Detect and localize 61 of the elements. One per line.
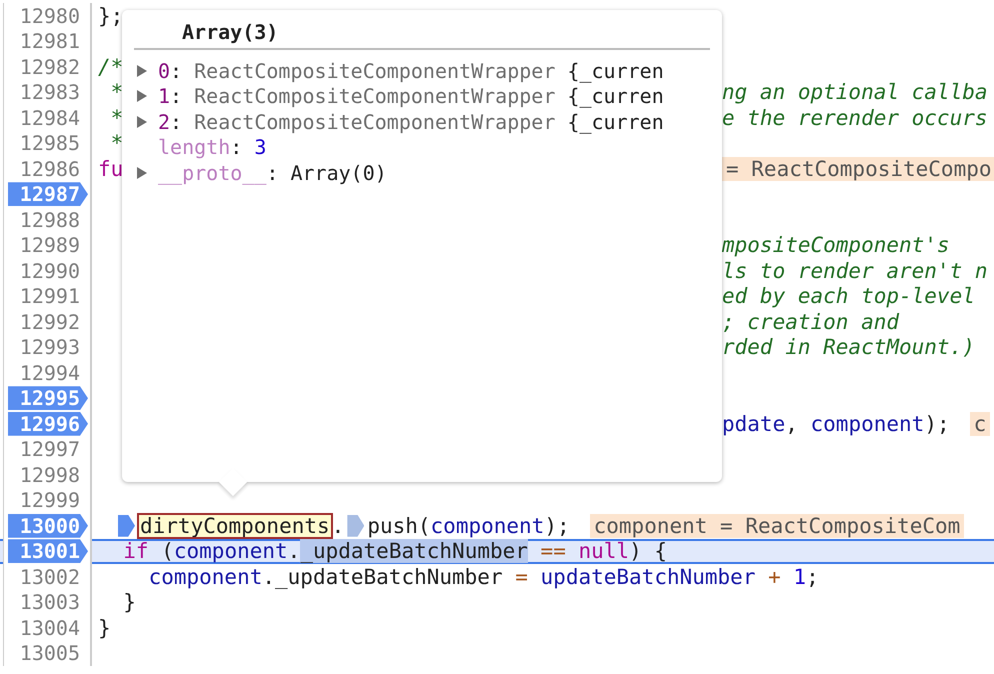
code-identifier: component xyxy=(174,539,288,564)
code-comment: ed by each top-level xyxy=(722,284,975,308)
code-text: push( xyxy=(367,514,431,538)
code-operator: + xyxy=(767,564,781,589)
object-preview: {_curren xyxy=(566,110,664,134)
code-comment: mpositeComponent's xyxy=(722,233,950,258)
colon: : xyxy=(230,135,244,160)
property-value: Array(0) xyxy=(290,160,387,185)
code-text: ( xyxy=(160,539,174,564)
code-text: } xyxy=(122,590,136,614)
code-text: ); xyxy=(924,412,950,436)
colon: : xyxy=(170,84,184,108)
colon: : xyxy=(170,58,184,83)
object-preview: {_curren xyxy=(566,84,664,108)
search-match: dirtyComponents xyxy=(138,514,332,538)
code-text: } xyxy=(98,616,111,640)
code-text: ); xyxy=(544,514,570,538)
code-comment: /* xyxy=(98,54,124,79)
code-operator: == xyxy=(540,539,566,564)
code-comment: ng an optional callba xyxy=(722,80,988,104)
code-identifier: component xyxy=(430,514,544,538)
code-comment: * xyxy=(110,80,124,104)
code-comment: rded in ReactMount.) xyxy=(722,335,975,360)
code-text: . xyxy=(332,514,344,538)
code-identifier: component xyxy=(810,412,924,436)
code-keyword: fu xyxy=(98,156,124,181)
code-comment: ls to render aren't n xyxy=(722,258,988,283)
code-comment: * xyxy=(110,106,124,130)
code-comment: ; creation and xyxy=(722,310,900,334)
property-value: ReactCompositeComponentWrapper xyxy=(194,110,556,134)
code-comment: * xyxy=(110,131,124,156)
inline-value: component = ReactCompositeCom xyxy=(590,514,964,538)
code-text: , xyxy=(785,412,798,436)
property-value: 3 xyxy=(254,135,266,160)
code-text: ) { xyxy=(629,539,667,564)
property-key: 2 xyxy=(158,110,170,134)
inline-value: c xyxy=(970,412,990,436)
colon: : xyxy=(266,160,280,185)
code-keyword: if xyxy=(122,539,149,564)
property-key: length xyxy=(158,135,230,160)
code-identifier: component xyxy=(148,564,262,589)
code-comment: e the rerender occurs xyxy=(722,106,988,130)
code-text: . xyxy=(288,539,300,564)
object-preview: {_curren xyxy=(566,58,664,83)
code-keyword: null xyxy=(577,539,630,564)
code-number: 1 xyxy=(792,564,806,589)
code-text: ; xyxy=(806,564,819,589)
inline-value: = ReactCompositeCompo xyxy=(722,156,994,181)
property-value: ReactCompositeComponentWrapper xyxy=(194,84,556,108)
property-key: 0 xyxy=(158,58,170,83)
code-text: ._updateBatchNumber xyxy=(262,564,503,589)
popover-title: Array(3) xyxy=(134,10,710,50)
selected-text: _updateBatchNumber xyxy=(300,539,528,564)
property-key: __proto__ xyxy=(158,160,266,185)
property-key: 1 xyxy=(158,84,170,108)
property-value: ReactCompositeComponentWrapper xyxy=(194,58,556,83)
code-text: }; xyxy=(98,4,124,28)
code-identifier: updateBatchNumber xyxy=(540,564,756,589)
code-identifier: pdate xyxy=(722,412,786,436)
colon: : xyxy=(170,110,184,134)
code-operator: = xyxy=(514,564,528,589)
